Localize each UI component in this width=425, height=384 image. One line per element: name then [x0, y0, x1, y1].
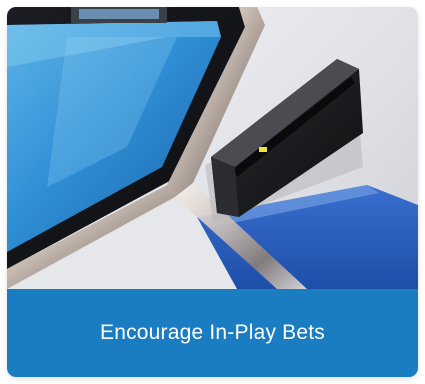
card-caption[interactable]: Encourage In-Play Bets: [100, 321, 325, 345]
terminal-illustration: [7, 7, 418, 289]
caption-bar: Encourage In-Play Bets: [7, 289, 418, 377]
terminal-card-reader-image: [7, 7, 418, 289]
feature-card[interactable]: Encourage In-Play Bets: [7, 7, 418, 377]
